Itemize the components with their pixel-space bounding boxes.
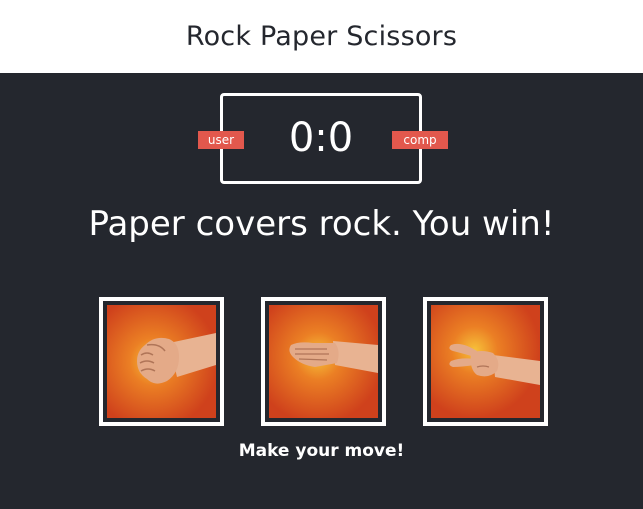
rock-choice-button[interactable] xyxy=(99,297,224,426)
scissors-hand-icon xyxy=(431,305,540,418)
page-title: Rock Paper Scissors xyxy=(185,21,458,52)
result-message: Paper covers rock. You win! xyxy=(88,204,555,244)
comp-label-badge: comp xyxy=(392,131,448,149)
paper-choice-button[interactable] xyxy=(261,297,386,426)
move-prompt: Make your move! xyxy=(238,441,405,461)
paper-hand-icon xyxy=(269,305,378,418)
scoreboard: user 0:0 comp xyxy=(198,93,448,184)
score-display: 0:0 xyxy=(288,115,354,161)
header: Rock Paper Scissors xyxy=(0,0,643,73)
scissors-choice-button[interactable] xyxy=(423,297,548,426)
rock-hand-icon xyxy=(107,305,216,418)
